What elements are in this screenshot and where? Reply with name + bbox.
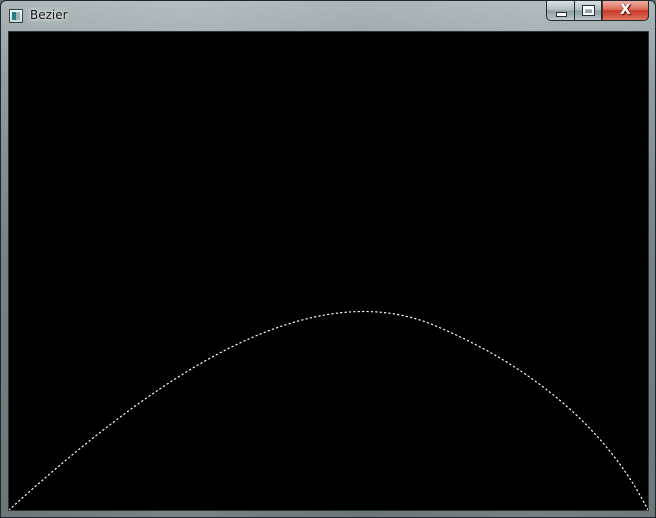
bezier-curve: [9, 310, 648, 510]
bezier-curve-canvas: [9, 310, 648, 510]
minimize-icon: [556, 12, 567, 17]
maximize-icon: [582, 5, 595, 16]
title-bar[interactable]: Bezier X: [1, 1, 655, 31]
window-controls: X: [546, 1, 649, 21]
application-window-icon[interactable]: [9, 9, 23, 23]
minimize-button[interactable]: [546, 1, 574, 21]
window-title: Bezier: [30, 8, 68, 22]
close-button[interactable]: X: [602, 1, 649, 21]
close-icon: X: [620, 2, 631, 18]
bezier-window: Bezier X: [0, 0, 656, 518]
canvas-area[interactable]: [8, 31, 649, 511]
maximize-button[interactable]: [574, 1, 602, 21]
